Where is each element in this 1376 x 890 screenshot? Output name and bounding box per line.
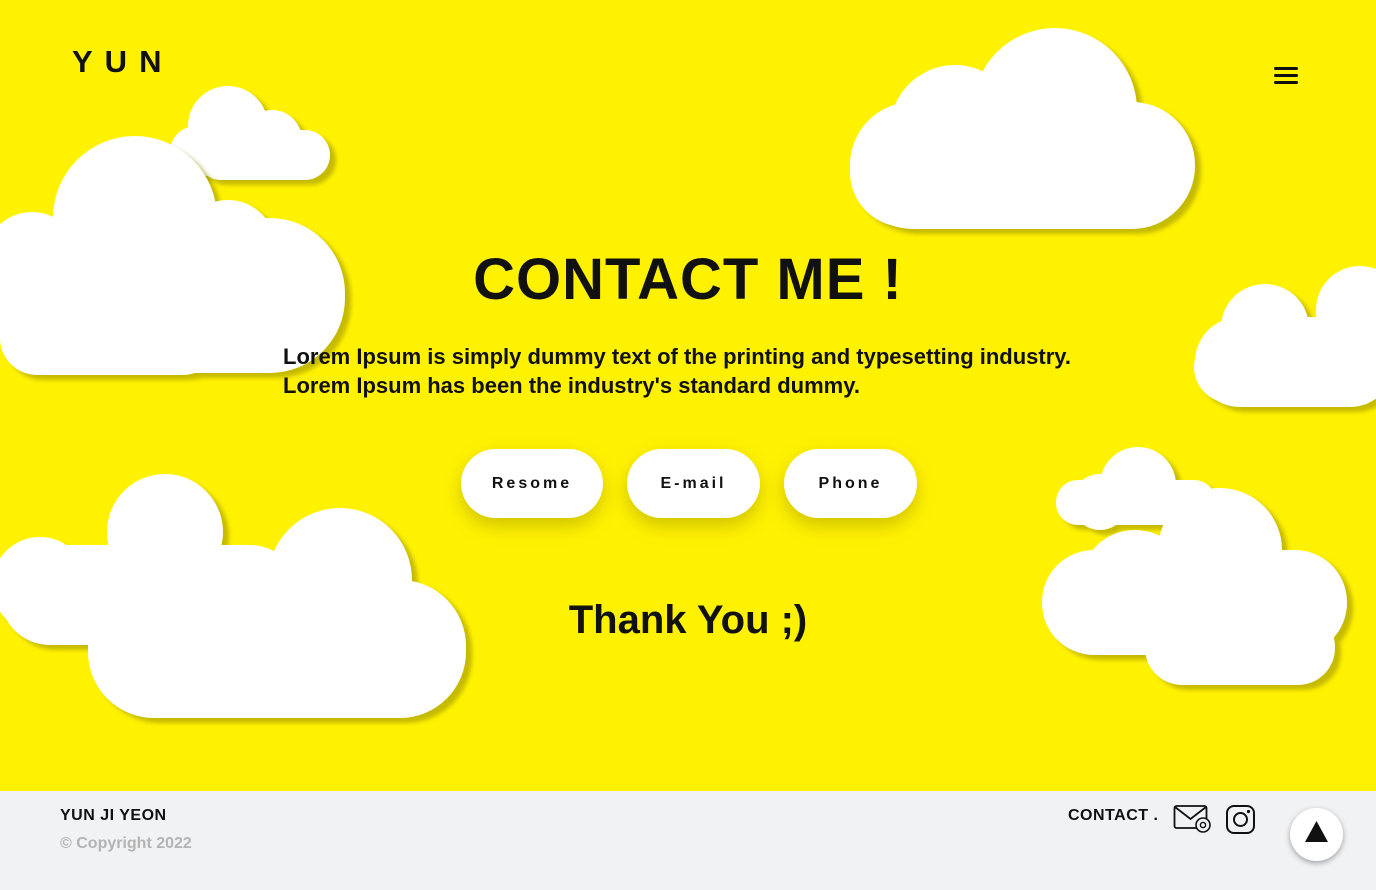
mail-icon[interactable] (1173, 804, 1213, 834)
hamburger-menu-icon[interactable] (1272, 64, 1300, 86)
phone-button[interactable]: Phone (784, 449, 917, 518)
scroll-top-button[interactable] (1290, 808, 1343, 861)
thank-you-text: Thank You ;) (568, 598, 808, 642)
page-description: Lorem Ipsum is simply dummy text of the … (283, 344, 1072, 398)
cloud-top-right (850, 28, 1195, 229)
hero-section: YUN CONTACT ME ! Lorem Ipsum is simply d… (0, 0, 1376, 791)
instagram-icon[interactable] (1225, 804, 1257, 836)
cloud-bottom-right (1042, 447, 1347, 685)
footer-name: YUN JI YEON (60, 807, 167, 824)
footer-copyright: © Copyright 2022 (60, 835, 192, 852)
page-title: CONTACT ME ! (473, 247, 903, 312)
arrow-up-icon (1305, 821, 1328, 842)
footer-contact-label: CONTACT . (1068, 807, 1159, 824)
footer: YUN JI YEON © Copyright 2022 CONTACT . (0, 791, 1376, 890)
site-logo[interactable]: YUN (72, 44, 173, 80)
email-button[interactable]: E-mail (627, 449, 760, 518)
resume-button[interactable]: Resome (461, 449, 603, 518)
